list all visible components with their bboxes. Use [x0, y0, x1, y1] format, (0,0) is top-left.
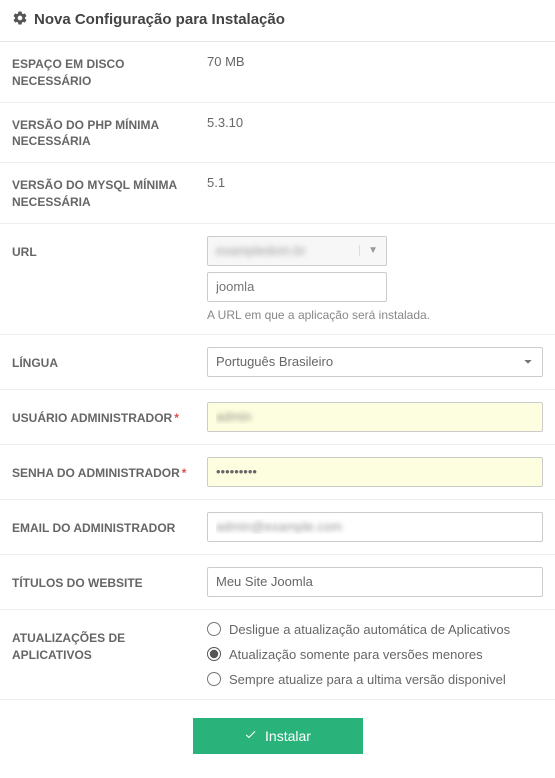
page-title: Nova Configuração para Instalação — [34, 11, 285, 28]
label-language: LÍNGUA — [12, 347, 207, 372]
page-header: Nova Configuração para Instalação — [0, 0, 555, 42]
admin-user-input[interactable] — [207, 402, 543, 432]
label-php-version: VERSÃO DO PHP MÍNIMA NECESSÁRIA — [12, 115, 207, 151]
install-button-label: Instalar — [265, 728, 311, 744]
required-asterisk: * — [174, 411, 179, 425]
label-updates: ATUALIZAÇÕES DE APLICATIVOS — [12, 622, 207, 664]
label-admin-user: USUÁRIO ADMINISTRADOR* — [12, 402, 207, 427]
label-admin-pass: SENHA DO ADMINISTRADOR* — [12, 457, 207, 482]
row-url: URL exampledom.br ▼ A URL em que a aplic… — [0, 224, 555, 335]
admin-email-input[interactable] — [207, 512, 543, 542]
row-admin-pass: SENHA DO ADMINISTRADOR* — [0, 445, 555, 500]
update-option-1[interactable]: Atualização somente para versões menores — [207, 647, 543, 662]
update-radio-0[interactable] — [207, 622, 221, 636]
row-language: LÍNGUA Português Brasileiro — [0, 335, 555, 390]
value-php-version: 5.3.10 — [207, 115, 555, 130]
chevron-down-icon: ▼ — [359, 245, 378, 256]
update-radio-1[interactable] — [207, 647, 221, 661]
label-mysql-version: VERSÃO DO MYSQL MÍNIMA NECESSÁRIA — [12, 175, 207, 211]
row-mysql-version: VERSÃO DO MYSQL MÍNIMA NECESSÁRIA 5.1 — [0, 163, 555, 224]
required-asterisk: * — [182, 466, 187, 480]
update-label-0: Desligue a atualização automática de Apl… — [229, 622, 510, 637]
url-domain-value: exampledom.br — [216, 243, 306, 258]
update-label-2: Sempre atualize para a ultima versão dis… — [229, 672, 506, 687]
url-domain-select[interactable]: exampledom.br ▼ — [207, 236, 387, 266]
label-admin-email: EMAIL DO ADMINISTRADOR — [12, 512, 207, 537]
button-row: Instalar — [0, 700, 555, 778]
update-option-0[interactable]: Desligue a atualização automática de Apl… — [207, 622, 543, 637]
row-php-version: VERSÃO DO PHP MÍNIMA NECESSÁRIA 5.3.10 — [0, 103, 555, 164]
language-select[interactable]: Português Brasileiro — [207, 347, 543, 377]
site-title-input[interactable] — [207, 567, 543, 597]
label-disk-space: ESPAÇO EM DISCO NECESSÁRIO — [12, 54, 207, 90]
row-updates: ATUALIZAÇÕES DE APLICATIVOS Desligue a a… — [0, 610, 555, 700]
check-icon — [244, 728, 257, 744]
install-button[interactable]: Instalar — [193, 718, 363, 754]
row-admin-user: USUÁRIO ADMINISTRADOR* — [0, 390, 555, 445]
value-disk-space: 70 MB — [207, 54, 555, 69]
url-hint: A URL em que a aplicação será instalada. — [207, 308, 543, 322]
gears-icon — [12, 10, 28, 29]
row-admin-email: EMAIL DO ADMINISTRADOR — [0, 500, 555, 555]
label-url: URL — [12, 236, 207, 261]
admin-pass-input[interactable] — [207, 457, 543, 487]
updates-radio-group: Desligue a atualização automática de Apl… — [207, 622, 543, 687]
update-label-1: Atualização somente para versões menores — [229, 647, 483, 662]
value-mysql-version: 5.1 — [207, 175, 555, 190]
row-site-title: TÍTULOS DO WEBSITE — [0, 555, 555, 610]
url-path-input[interactable] — [207, 272, 387, 302]
update-radio-2[interactable] — [207, 672, 221, 686]
row-disk-space: ESPAÇO EM DISCO NECESSÁRIO 70 MB — [0, 42, 555, 103]
label-site-title: TÍTULOS DO WEBSITE — [12, 567, 207, 592]
update-option-2[interactable]: Sempre atualize para a ultima versão dis… — [207, 672, 543, 687]
